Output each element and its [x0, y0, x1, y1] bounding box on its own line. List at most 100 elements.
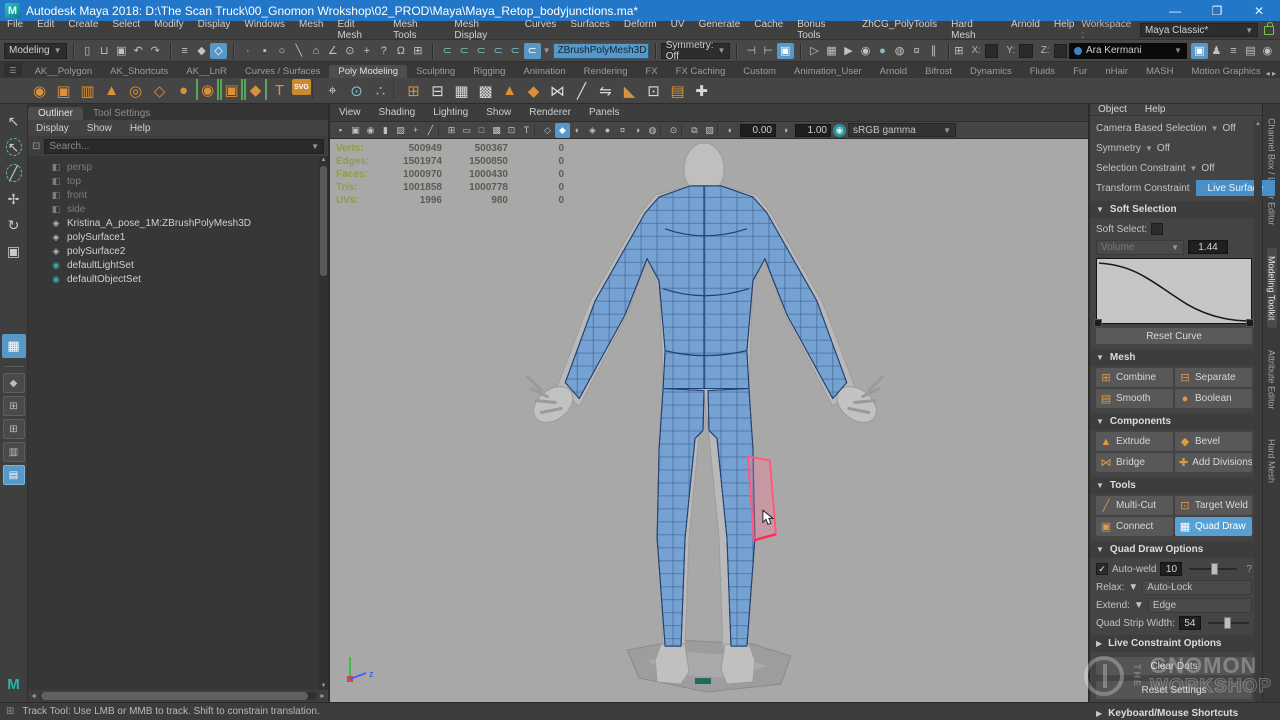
chevron-down-icon[interactable]: ▼	[1134, 600, 1144, 611]
viewport-menu-item[interactable]: Show	[477, 107, 520, 118]
select-by-component-icon[interactable]: ◇	[210, 43, 227, 59]
outliner-item[interactable]: side	[50, 202, 328, 216]
menu-item[interactable]: Curves	[518, 19, 564, 41]
shelf-tab[interactable]: Curves / Surfaces	[236, 65, 330, 78]
shelf-tab[interactable]: Bifrost	[916, 65, 961, 78]
paint-select-tool-icon[interactable]: ╱	[2, 160, 26, 186]
shelf-tab[interactable]: Animation	[514, 65, 574, 78]
snap-to-point-icon[interactable]: ⊂	[473, 43, 490, 59]
poly-plane-icon[interactable]: ◇	[148, 79, 171, 102]
mask-faces-icon[interactable]: ⌂	[307, 43, 324, 59]
menu-item[interactable]: Edit	[30, 19, 61, 41]
film-gate-icon[interactable]: ▭	[459, 123, 474, 138]
symmetry-row[interactable]: Symmetry ▼ Off	[1096, 138, 1252, 158]
attribute-editor-toggle-icon[interactable]: ▤	[1242, 43, 1259, 59]
pin-camera-icon[interactable]: ▪	[333, 123, 348, 138]
side-panel-tab[interactable]: Modeling Toolkit	[1267, 248, 1277, 328]
outliner-menu-item[interactable]: Display	[28, 123, 77, 134]
extend-mode-field[interactable]: Edge	[1148, 598, 1252, 613]
falloff-mode-selector[interactable]: Volume ▼	[1096, 240, 1184, 255]
camera-based-selection-row[interactable]: Camera Based Selection ▼ Off	[1096, 118, 1252, 138]
snap-to-curve-icon[interactable]: ⊂	[456, 43, 473, 59]
shelf-tab[interactable]: Animation_User	[785, 65, 871, 78]
menu-item[interactable]: Arnold	[1004, 19, 1047, 41]
gate-mask-icon[interactable]: ▩	[489, 123, 504, 138]
live-surface-button[interactable]: Live Surface	[1196, 180, 1276, 196]
tool-command-button[interactable]: ╱ Multi-Cut	[1096, 496, 1173, 515]
tab-outliner[interactable]: Outliner	[28, 107, 83, 120]
auto-weld-input[interactable]: 10	[1160, 562, 1182, 576]
side-panel-tab[interactable]: Hard Mesh	[1267, 431, 1277, 491]
redo-icon[interactable]: ↷	[147, 43, 164, 59]
component-command-button[interactable]: ▲ Extrude	[1096, 432, 1173, 451]
mask-misc-icon[interactable]: ?	[375, 43, 392, 59]
shelf-tab[interactable]: AK__LnR	[177, 65, 236, 78]
light-editor-icon[interactable]: ¤	[908, 43, 925, 59]
menu-item[interactable]: Surfaces	[563, 19, 616, 41]
side-panel-tab[interactable]: Attribute Editor	[1267, 342, 1277, 418]
colorspace-selector[interactable]: sRGB gamma ▼	[848, 123, 956, 137]
exposure-icon[interactable]: ◐	[723, 123, 738, 138]
quad-persp-layout-button[interactable]: ⊞	[3, 419, 25, 439]
outliner-vertical-scrollbar[interactable]: ▲ ▼	[319, 156, 328, 690]
poly-cube-icon[interactable]: ▣	[52, 79, 75, 102]
wedge-icon[interactable]: ◣	[618, 79, 641, 102]
mask-plus-icon[interactable]: +	[358, 43, 375, 59]
save-scene-icon[interactable]: ▣	[113, 43, 130, 59]
outliner-menu-item[interactable]: Show	[79, 123, 120, 134]
mask-spheres-icon[interactable]: ⊙	[341, 43, 358, 59]
mask-lines-icon[interactable]: ╲	[290, 43, 307, 59]
gamma-input[interactable]: 1.00	[795, 124, 831, 137]
outliner-item[interactable]: persp	[50, 160, 328, 174]
construction-aim-icon[interactable]: ⌖	[321, 79, 344, 102]
select-tool-icon[interactable]: ↖	[2, 108, 26, 134]
live-cube-icon[interactable]: ▣	[220, 79, 243, 100]
lasso-tool-icon[interactable]: ↖	[2, 134, 26, 160]
mask-handles-icon[interactable]: ▪	[256, 43, 273, 59]
shaded-mode-icon[interactable]: ◆	[555, 123, 570, 138]
x-input[interactable]	[985, 44, 998, 58]
menu-item[interactable]: Mesh	[292, 19, 330, 41]
menu-item[interactable]: Bonus Tools	[790, 19, 855, 41]
reset-curve-button[interactable]: Reset Curve	[1096, 328, 1252, 344]
shelf-tab[interactable]: Dynamics	[961, 65, 1021, 78]
menu-item[interactable]: Hard Mesh	[944, 19, 1004, 41]
shelf-tab[interactable]: Fluids	[1021, 65, 1064, 78]
extrude-icon[interactable]: ▲	[498, 79, 521, 102]
select-by-object-icon[interactable]: ◆	[193, 43, 210, 59]
poly-cylinder-icon[interactable]: ▥	[76, 79, 99, 102]
shelf-tab[interactable]: AK_Shortcuts	[101, 65, 177, 78]
open-scene-icon[interactable]: ⊔	[96, 43, 113, 59]
mesh-command-button[interactable]: ● Boolean	[1175, 389, 1252, 408]
bevel-icon[interactable]: ◆	[522, 79, 545, 102]
current-tool-quad-draw-icon[interactable]: ▦	[2, 334, 26, 358]
zero-transform-icon[interactable]: ∴	[369, 79, 392, 102]
isolate-select-icon[interactable]: ⊙	[666, 123, 681, 138]
four-pane-layout-button[interactable]: ⊞	[3, 396, 25, 416]
account-widget[interactable]: Ara Kermani ▼	[1069, 43, 1187, 59]
ipr-render-icon[interactable]: ◉	[857, 43, 874, 59]
hud-toggle-icon[interactable]: T	[519, 123, 534, 138]
shelf-menu-icon[interactable]: ☰	[4, 63, 22, 77]
outliner-persp-layout-button[interactable]: ▤	[3, 465, 25, 485]
menu-item[interactable]: Deform	[617, 19, 664, 41]
outliner-item[interactable]: top	[50, 174, 328, 188]
workspace-selector[interactable]: Maya Classic* ▼	[1140, 23, 1258, 37]
viewport-menu-item[interactable]: Shading	[370, 107, 425, 118]
new-scene-icon[interactable]: ▯	[79, 43, 96, 59]
ambient-occlusion-icon[interactable]: ◍	[645, 123, 660, 138]
xray-icon[interactable]: ◇	[540, 123, 555, 138]
camera-attributes-icon[interactable]: ◉	[363, 123, 378, 138]
character-controls-toggle-icon[interactable]: ♟	[1208, 43, 1225, 59]
live-constraint-options-header[interactable]: ▶ Live Constraint Options	[1090, 635, 1262, 652]
bridge-icon[interactable]: ⋈	[546, 79, 569, 102]
shelf-tab[interactable]: Fur	[1064, 65, 1096, 78]
minimize-button[interactable]: —	[1154, 0, 1196, 21]
bookmark-icon[interactable]: ▮	[378, 123, 393, 138]
menu-item[interactable]: Generate	[692, 19, 748, 41]
svg-tool-icon[interactable]: SVG	[292, 79, 311, 95]
outliner-item[interactable]: Kristina_A_pose_1M:ZBrushPolyMesh3D	[50, 216, 328, 230]
menu-set-selector[interactable]: Modeling▼	[4, 43, 67, 59]
restore-button[interactable]: ❐	[1196, 0, 1238, 21]
target-weld-icon[interactable]: ⊡	[642, 79, 665, 102]
